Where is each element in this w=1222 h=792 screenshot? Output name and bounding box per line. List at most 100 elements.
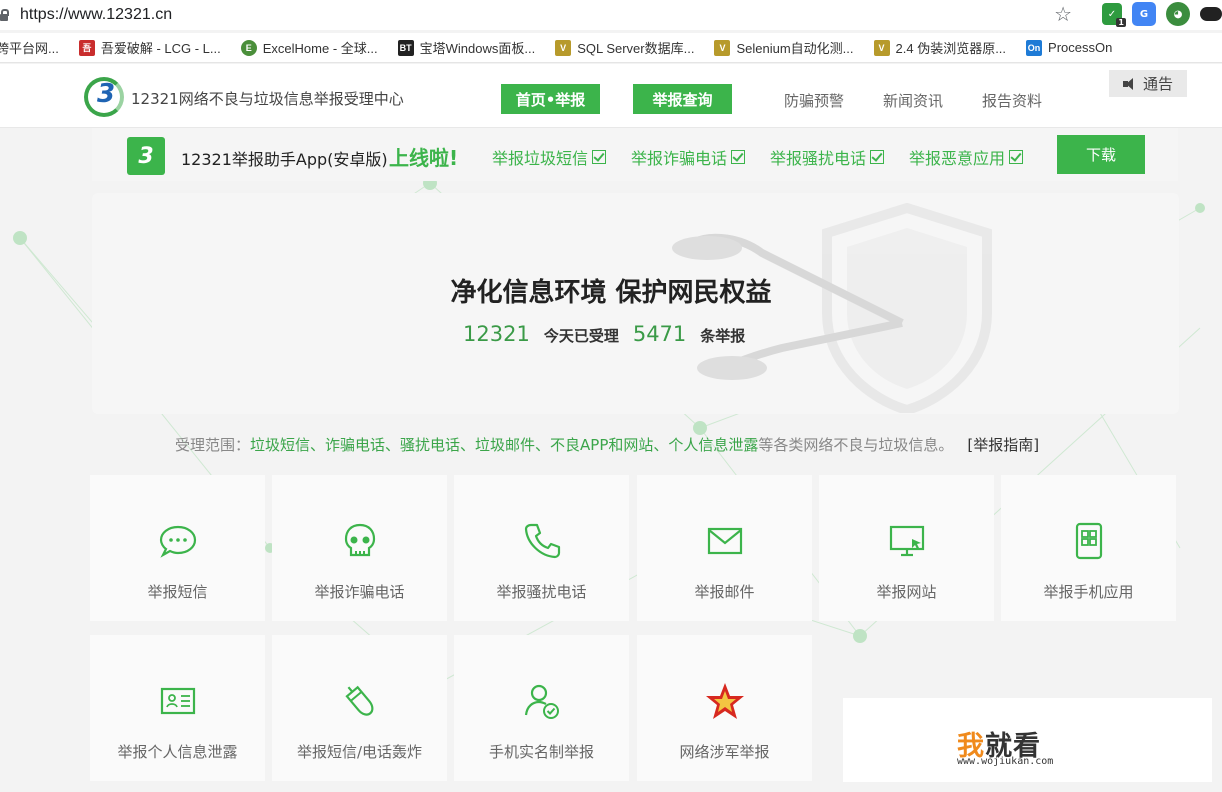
bookmark-processon-icon: On	[1026, 39, 1043, 56]
app-feature-label: 举报恶意应用	[909, 149, 1006, 168]
app-icon	[1075, 522, 1102, 560]
tile-report-harass-call[interactable]: 举报骚扰电话	[454, 475, 629, 621]
tile-label: 举报短信	[147, 583, 208, 601]
hero-stats: 12321 今天已受理 5471 条举报	[463, 322, 745, 346]
url-field[interactable]: https://www.12321.cn	[20, 6, 172, 24]
extension-mask-icon[interactable]	[1200, 7, 1222, 21]
extension-globe-icon[interactable]: ◕	[1166, 2, 1190, 26]
bookmark-52pojie-icon: 吾	[78, 39, 95, 56]
bookmark-item[interactable]: BT 宝塔Windows面板...	[397, 38, 536, 57]
today-label: 今天已受理	[543, 327, 619, 345]
monitor-icon	[889, 525, 924, 557]
bookmark-excelhome-icon: E	[240, 39, 257, 56]
checkbox-checked-icon	[1009, 150, 1024, 164]
tile-report-website[interactable]: 举报网站	[819, 475, 994, 621]
watermark: 我就看 www.wojiukan.com	[843, 698, 1212, 782]
checkbox-checked-icon	[870, 150, 885, 164]
mail-icon	[707, 527, 742, 555]
app-feature-label: 举报骚扰电话	[770, 149, 867, 168]
bookmark-label: SQL Server数据库...	[577, 41, 695, 56]
checkbox-checked-icon	[592, 150, 607, 164]
tile-label: 举报邮件	[694, 583, 755, 601]
browser-address-bar: https://www.12321.cn ☆ ✓ 1 G ◕	[0, 0, 1222, 30]
army-star-icon	[705, 683, 744, 719]
count-unit: 条举报	[700, 327, 746, 345]
notice-label: 通告	[1142, 75, 1173, 93]
nav-report-query[interactable]: 举报查询	[633, 84, 732, 114]
tile-label: 举报手机应用	[1043, 583, 1134, 601]
app-feature-label: 举报诈骗电话	[631, 149, 728, 168]
skull-icon	[344, 523, 375, 557]
bomb-icon	[344, 685, 373, 716]
lock-icon[interactable]	[0, 9, 10, 21]
bookmark-label: ProcessOn	[1048, 40, 1113, 55]
tile-report-privacy-leak[interactable]: 举报个人信息泄露	[90, 635, 265, 781]
tile-label: 举报个人信息泄露	[117, 743, 238, 761]
report-count: 5471	[632, 322, 687, 346]
bookmark-v-icon: V	[873, 39, 890, 56]
bookmark-bt-icon: BT	[397, 39, 414, 56]
app-live-text: 上线啦!	[389, 146, 459, 170]
extension-translate-icon[interactable]: G	[1132, 2, 1156, 26]
site-header: 12321网络不良与垃圾信息举报受理中心 首页•举报 举报查询 防骗预警 新闻资…	[0, 64, 1222, 128]
tile-label: 网络涉军举报	[679, 743, 770, 761]
scope-text: 受理范围：垃圾短信、诈骗电话、骚扰电话、垃圾邮件、不良APP和网站、个人信息泄露…	[175, 434, 1039, 455]
site-title[interactable]: 12321网络不良与垃圾信息举报受理中心	[131, 88, 404, 109]
extension-badge: 1	[1116, 18, 1126, 27]
bookmark-item[interactable]: 跨平台网...	[0, 38, 59, 57]
bookmark-label: 宝塔Windows面板...	[419, 41, 536, 56]
app-feature-label: 举报垃圾短信	[492, 149, 589, 168]
phone-icon	[524, 523, 560, 559]
bookmark-label: 2.4 伪装浏览器原...	[895, 41, 1007, 56]
scope-suffix: 等各类网络不良与垃圾信息。	[758, 436, 954, 454]
bookmark-v-icon: V	[555, 39, 572, 56]
extension-shield-icon[interactable]: ✓ 1	[1102, 3, 1126, 27]
scope-items: 垃圾短信、诈骗电话、骚扰电话、垃圾邮件、不良APP和网站、个人信息泄露	[250, 436, 759, 454]
hero-title: 净化信息环境 保护网民权益	[450, 278, 772, 308]
bookmark-label: 吾爱破解 - LCG - L...	[100, 41, 221, 56]
bookmark-item[interactable]: E ExcelHome - 全球...	[240, 38, 378, 57]
tile-report-military[interactable]: 网络涉军举报	[637, 635, 812, 781]
notice-button[interactable]: 通告	[1109, 70, 1187, 97]
watermark-url: www.wojiukan.com	[957, 756, 1054, 767]
bookmark-item[interactable]: V SQL Server数据库...	[555, 38, 694, 57]
tile-report-app[interactable]: 举报手机应用	[1001, 475, 1176, 621]
bookmark-label: Selenium自动化测...	[736, 41, 854, 56]
app-feature-fraud: 举报诈骗电话	[631, 145, 746, 169]
checkbox-checked-icon	[731, 150, 746, 164]
logo-icon[interactable]	[84, 77, 124, 117]
tile-report-bombing[interactable]: 举报短信/电话轰炸	[272, 635, 447, 781]
brand-number: 12321	[463, 322, 530, 346]
tile-report-fraud-call[interactable]: 举报诈骗电话	[272, 475, 447, 621]
tile-label: 举报骚扰电话	[496, 583, 587, 601]
bookmark-item[interactable]: On ProcessOn	[1026, 39, 1113, 56]
tile-label: 手机实名制举报	[488, 743, 594, 761]
tile-report-realname[interactable]: 手机实名制举报	[454, 635, 629, 781]
app-feature-harass: 举报骚扰电话	[770, 145, 885, 169]
tile-report-sms[interactable]: 举报短信	[90, 475, 265, 621]
speaker-icon	[1122, 77, 1137, 90]
nav-fraud-alert[interactable]: 防骗预警	[784, 90, 844, 111]
app-logo-icon: 3	[127, 137, 165, 175]
id-card-icon	[160, 687, 195, 715]
app-feature-malicious: 举报恶意应用	[909, 145, 1024, 169]
bookmark-item[interactable]: V Selenium自动化测...	[714, 38, 854, 57]
user-check-icon	[524, 684, 559, 719]
bookmark-item[interactable]: V 2.4 伪装浏览器原...	[873, 38, 1007, 57]
sms-icon	[159, 525, 196, 558]
tile-report-mail[interactable]: 举报邮件	[637, 475, 812, 621]
nav-home-report[interactable]: 首页•举报	[501, 84, 600, 114]
download-button[interactable]: 下载	[1057, 135, 1145, 174]
nav-reports[interactable]: 报告资料	[982, 90, 1042, 111]
nav-news[interactable]: 新闻资讯	[883, 90, 943, 111]
tile-label: 举报短信/电话轰炸	[296, 743, 423, 761]
extension-area: ☆ ✓ 1 G ◕	[1054, 2, 1222, 27]
tile-label: 举报网站	[876, 583, 937, 601]
app-promo-banner: 3 12321举报助手App(安卓版) 上线啦! 举报垃圾短信 举报诈骗电话 举…	[92, 128, 1178, 181]
bookmark-item[interactable]: 吾吾爱破解 - LCG - L...	[78, 38, 221, 57]
bookmark-star-icon[interactable]: ☆	[1054, 2, 1072, 26]
bookmark-label: ExcelHome - 全球...	[262, 41, 378, 56]
report-guide-link[interactable]: [举报指南]	[967, 436, 1039, 454]
app-banner-text: 12321举报助手App(安卓版)	[181, 150, 388, 169]
bookmark-label: 跨平台网...	[0, 41, 59, 56]
